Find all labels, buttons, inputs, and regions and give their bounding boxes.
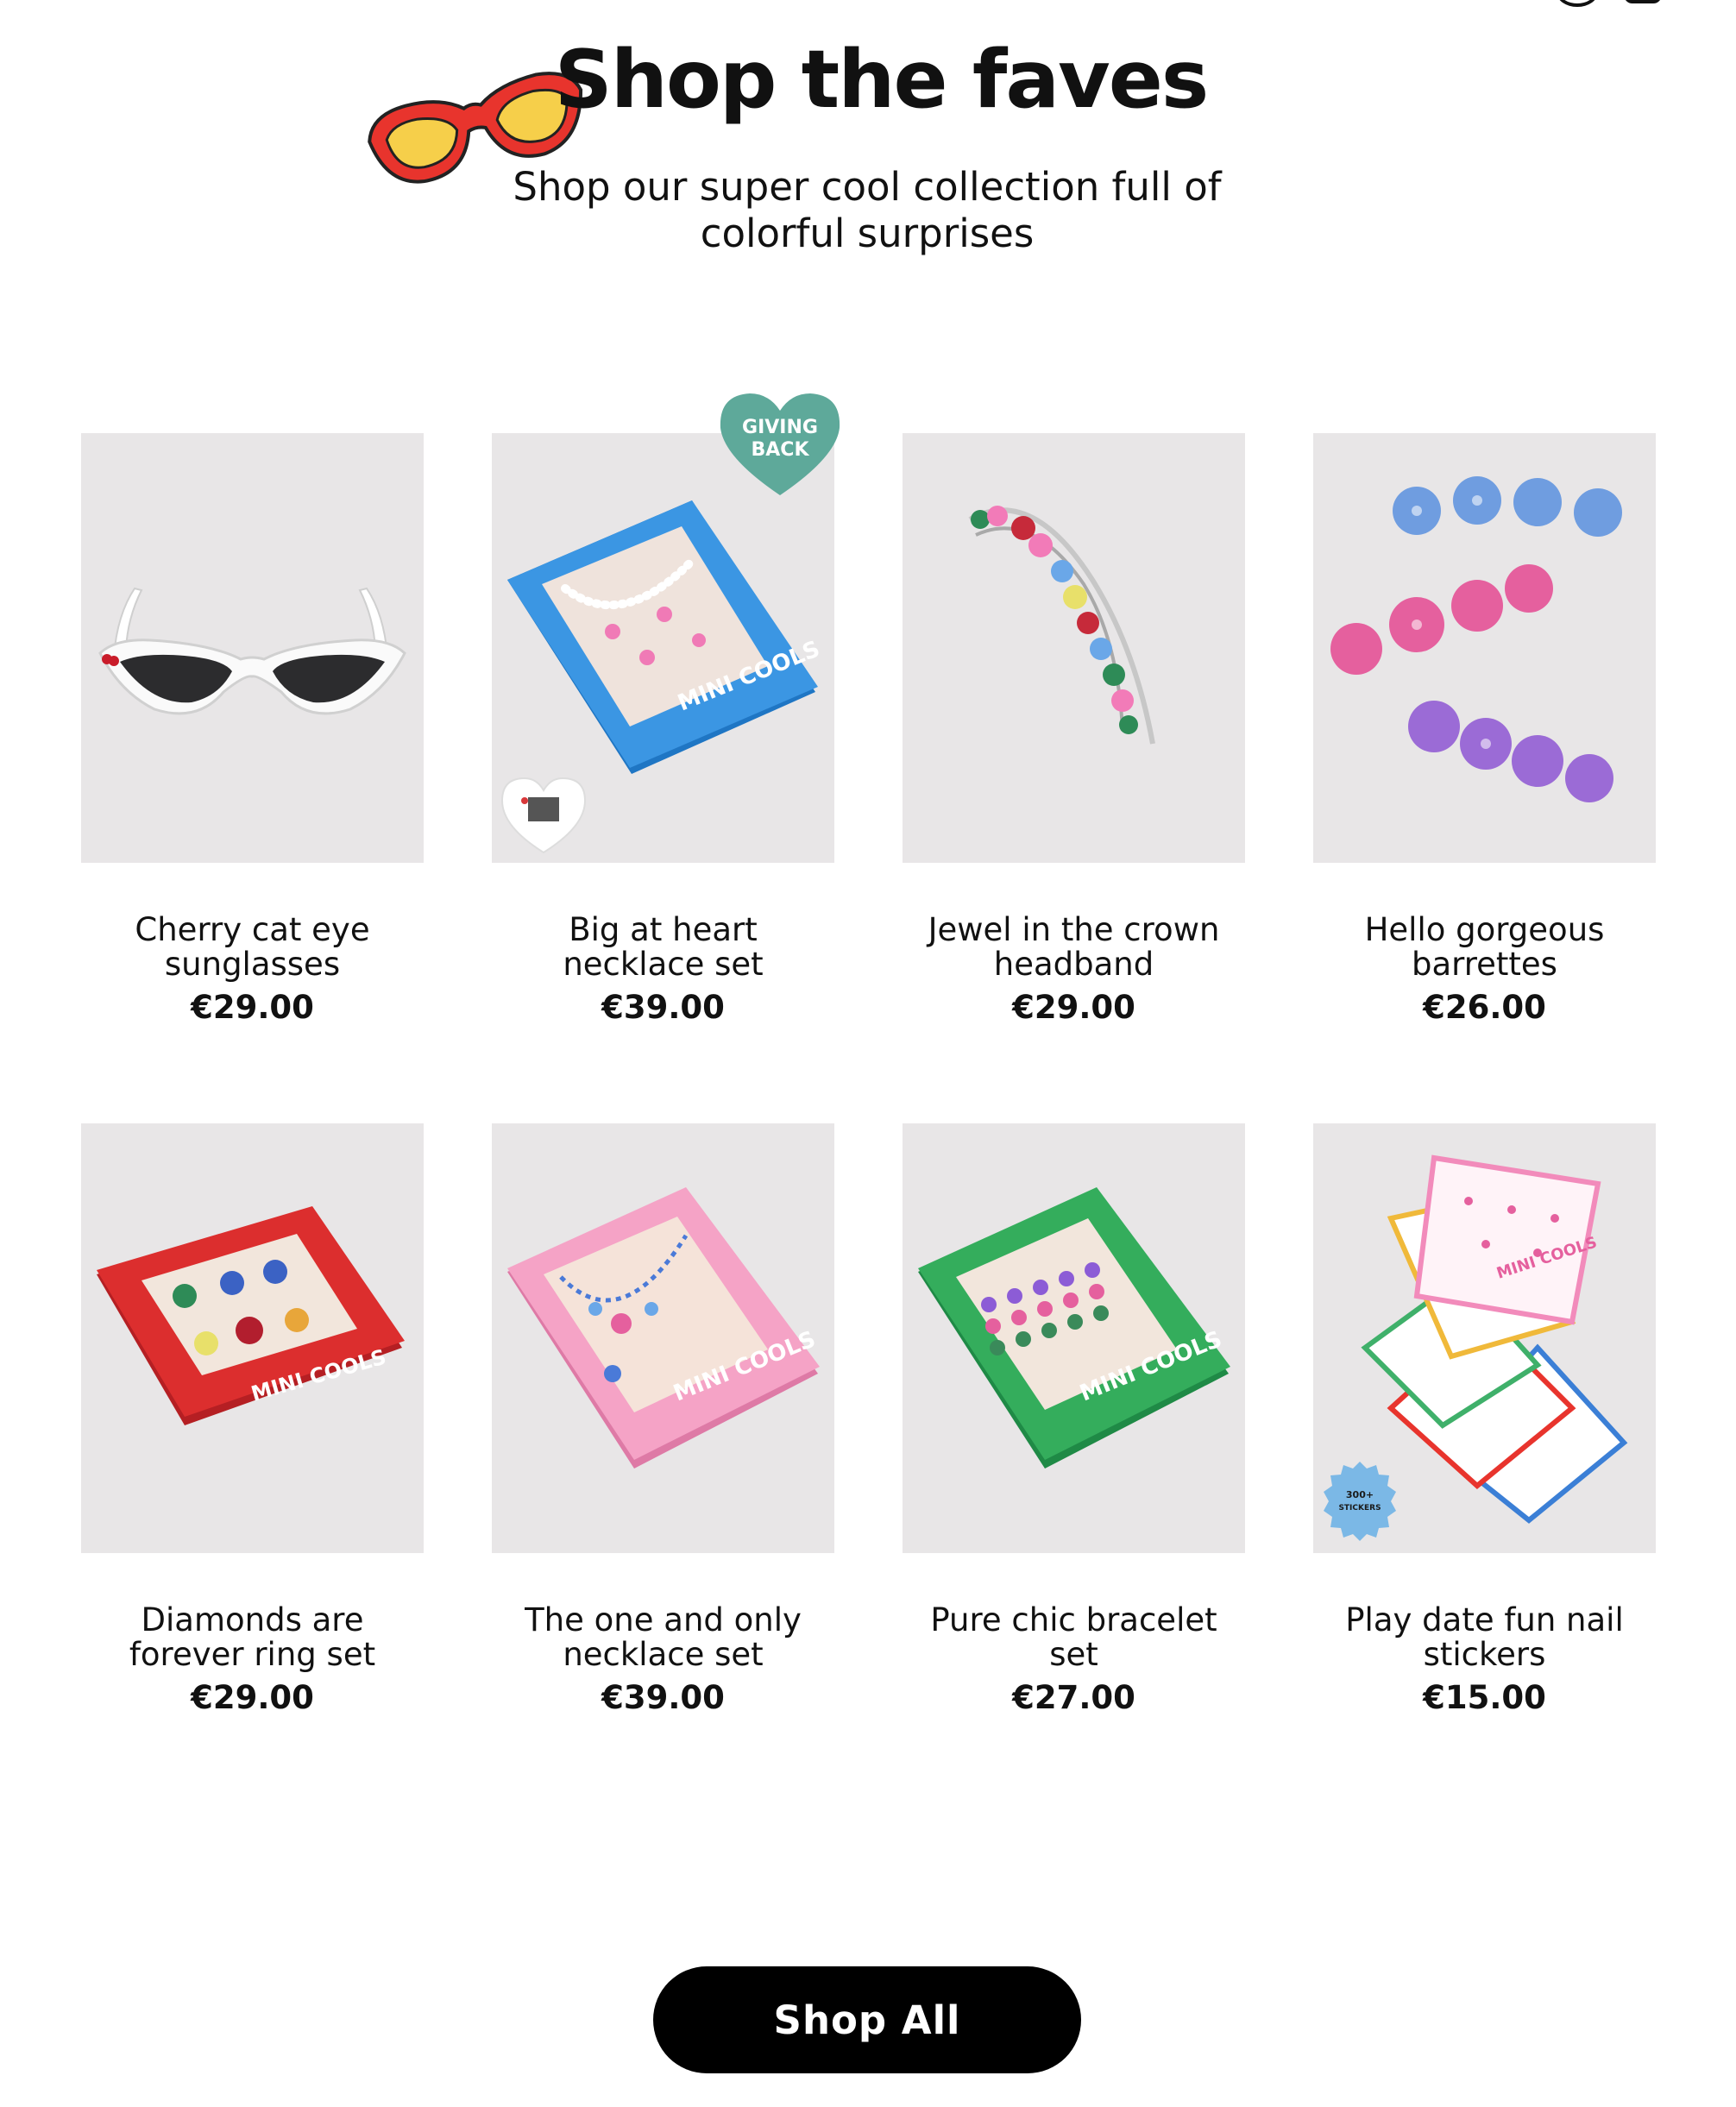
cat-eye-sunglasses-icon <box>98 587 406 715</box>
jeweled-headband-icon <box>968 506 1155 745</box>
shop-all-button[interactable]: Shop All <box>653 1966 1081 2073</box>
page-title: Shop the faves <box>554 33 1209 126</box>
section-subtitle: Shop our super cool collection full of c… <box>513 164 1222 256</box>
svg-text:STICKERS: STICKERS <box>1338 1504 1381 1513</box>
product-name[interactable]: Cherry cat eye sunglasses <box>81 913 424 982</box>
product-price: €27.00 <box>1012 1679 1135 1716</box>
product-name[interactable]: Big at heart necklace set <box>492 913 834 982</box>
giving-back-badge: GIVING BACK <box>720 393 840 495</box>
product-price: €29.00 <box>1012 989 1135 1026</box>
product-name[interactable]: The one and only necklace set <box>492 1603 834 1672</box>
product-name[interactable]: Diamonds are forever ring set <box>81 1603 424 1672</box>
product-price: €15.00 <box>1423 1679 1546 1716</box>
svg-text:BACK: BACK <box>752 439 810 461</box>
product-image[interactable]: MINI COOLS <box>492 1123 834 1553</box>
product-price: €26.00 <box>1423 989 1546 1026</box>
product-name[interactable]: Jewel in the crown headband <box>903 913 1245 982</box>
section-header: Shop the faves <box>0 33 1736 184</box>
product-name[interactable]: Hello gorgeous barrettes <box>1313 913 1656 982</box>
partner-heart-badge <box>500 777 587 854</box>
header-icons <box>1496 0 1669 14</box>
product-price: €39.00 <box>601 989 725 1026</box>
product-image[interactable]: MINI COOLS GIVING BACK <box>492 393 840 863</box>
product-card[interactable]: MINI COOLS The one and only necklace set… <box>492 1123 834 1717</box>
product-price: €39.00 <box>601 1679 725 1716</box>
product-card[interactable]: MINI COOLS Diamonds are forever ring set… <box>81 1123 424 1717</box>
account-icon[interactable] <box>1557 0 1598 7</box>
necklace-box-icon: MINI COOLS <box>507 1187 820 1469</box>
cart-icon[interactable] <box>1624 0 1662 3</box>
product-card[interactable]: Jewel in the crown headband €29.00 <box>903 433 1245 1027</box>
product-card[interactable]: Cherry cat eye sunglasses €29.00 <box>81 433 424 1027</box>
product-image[interactable] <box>1313 433 1656 863</box>
flower-barrettes-icon <box>1330 476 1622 802</box>
svg-text:GIVING: GIVING <box>742 417 818 438</box>
bracelet-box-icon: MINI COOLS <box>918 1187 1230 1469</box>
product-price: €29.00 <box>191 1679 314 1716</box>
product-name[interactable]: Play date fun nail stickers <box>1313 1603 1656 1672</box>
product-price: €29.00 <box>191 989 314 1026</box>
product-card[interactable]: Hello gorgeous barrettes €26.00 <box>1313 433 1656 1027</box>
product-name[interactable]: Pure chic bracelet set <box>903 1603 1245 1672</box>
product-card[interactable]: MINI COOLS Pure chic bracelet set €27.00 <box>903 1123 1245 1717</box>
product-image[interactable]: MINI COOLS <box>903 1123 1245 1553</box>
product-image[interactable]: MINI COOLS <box>81 1123 424 1553</box>
product-card[interactable]: MINI COOLS GIVING BACK Big at heart neck… <box>492 393 840 1027</box>
stickers-count-badge: 300+ STICKERS <box>1324 1462 1396 1541</box>
product-card[interactable]: MINI COOLS 300+ STICKERS Play date fun n… <box>1313 1123 1656 1717</box>
svg-text:300+: 300+ <box>1346 1489 1374 1500</box>
product-image[interactable] <box>81 433 424 863</box>
ring-box-icon: MINI COOLS <box>97 1206 405 1425</box>
product-image[interactable]: MINI COOLS 300+ STICKERS <box>1313 1123 1656 1553</box>
product-image[interactable] <box>903 433 1245 863</box>
